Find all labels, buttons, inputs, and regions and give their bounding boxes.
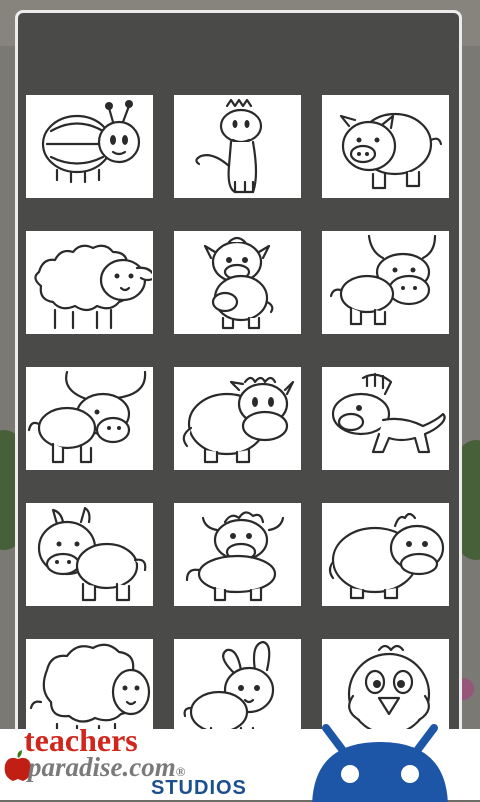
thumbnail-hippo[interactable] — [174, 367, 301, 470]
brand-studios-text: STUDIOS — [151, 777, 247, 799]
thumbnail-buffalo[interactable] — [26, 367, 153, 470]
android-icon — [312, 724, 448, 802]
ladybug-icon — [41, 100, 141, 184]
thumbnail-giraffe[interactable] — [174, 95, 301, 198]
rhino-icon — [328, 512, 445, 600]
lamb-icon — [29, 643, 151, 730]
thumbnail-bird[interactable] — [322, 639, 449, 730]
cow-icon — [203, 236, 274, 330]
thumbnail-zebra[interactable] — [322, 367, 449, 470]
rabbit-icon — [183, 640, 275, 730]
thumbnail-lamb[interactable] — [26, 639, 153, 730]
thumbnail-grid — [26, 95, 449, 730]
bird-icon — [347, 644, 431, 730]
thumbnail-cow[interactable] — [174, 231, 301, 334]
donkey-icon — [37, 506, 147, 602]
thumbnail-pig[interactable] — [322, 95, 449, 198]
thumbnail-ox[interactable] — [174, 503, 301, 606]
buffalo-icon — [27, 370, 147, 464]
sheep-icon — [34, 244, 152, 330]
picture-chooser-dialog — [15, 10, 462, 730]
thumbnail-rabbit[interactable] — [174, 639, 301, 730]
thumbnail-donkey[interactable] — [26, 503, 153, 606]
hippo-icon — [182, 376, 295, 464]
thumbnail-ladybug[interactable] — [26, 95, 153, 198]
thumbnail-rhino[interactable] — [322, 503, 449, 606]
thumbnail-bull[interactable] — [322, 231, 449, 334]
pig-icon — [339, 112, 443, 190]
zebra-icon — [331, 372, 446, 454]
bull-icon — [329, 234, 437, 326]
giraffe-icon — [195, 98, 263, 194]
thumbnail-sheep[interactable] — [26, 231, 153, 334]
ox-icon — [185, 511, 285, 602]
